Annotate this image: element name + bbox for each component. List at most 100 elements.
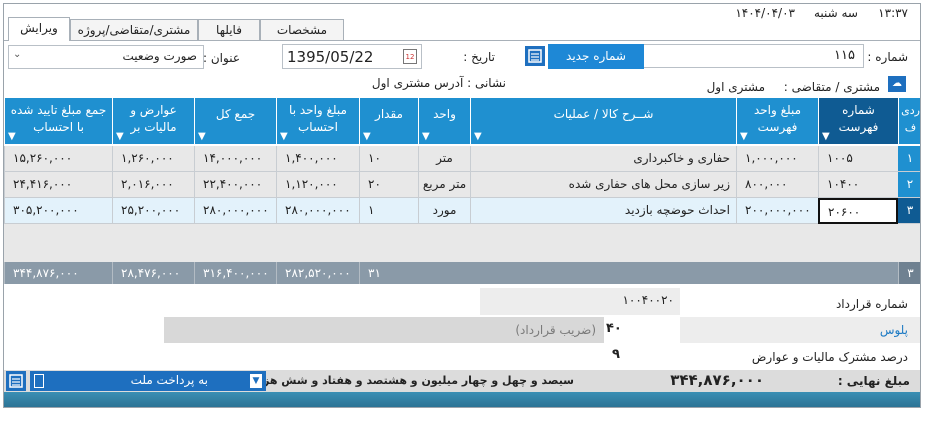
- totals-qty: ۳۱: [359, 262, 418, 284]
- totals-row: ۳ ۳۱ ۲۸۲,۵۲۰,۰۰۰ ۳۱۶,۴۰۰,۰۰۰ ۲۸,۴۷۶,۰۰۰ …: [4, 262, 920, 284]
- col-header-item-no[interactable]: شماره فهرست ▼: [818, 98, 898, 144]
- filter-icon[interactable]: ▼: [422, 131, 430, 142]
- col-header-total[interactable]: جمع کل ▼: [194, 98, 276, 144]
- filter-icon[interactable]: ▼: [8, 131, 16, 142]
- total-cell[interactable]: ۲۲,۴۰۰,۰۰۰: [194, 172, 276, 198]
- description-cell[interactable]: زیر سازی محل های حفاری شده: [470, 172, 736, 198]
- col-header-tax[interactable]: عوارض و مالیات بر ▼: [112, 98, 194, 144]
- unit-cell[interactable]: متر مربع: [418, 172, 470, 198]
- footer-bar: مبلغ نهایی : ۳۴۴,۸۷۶,۰۰۰ سیصد و چهل و چه…: [4, 370, 920, 392]
- totals-total: ۳۱۶,۴۰۰,۰۰۰: [194, 262, 276, 284]
- date-field[interactable]: 1395/05/22 12: [282, 44, 422, 69]
- col-header-description[interactable]: شــرح کالا / عملیات ▼: [470, 98, 736, 144]
- address-label: نشانی : آدرس مشتری اول: [371, 76, 506, 90]
- new-number-button[interactable]: شماره جدید: [548, 44, 644, 69]
- tax-cell[interactable]: ۲,۰۱۶,۰۰۰: [112, 172, 194, 198]
- col-header-qty[interactable]: مقدار ▼: [359, 98, 418, 144]
- row-number: ۱: [898, 146, 920, 172]
- chevron-down-icon: ⌄: [13, 49, 22, 60]
- calculator-icon[interactable]: [525, 46, 545, 66]
- final-amount-label: مبلغ نهایی :: [837, 374, 910, 388]
- calculator-icon[interactable]: [6, 371, 26, 391]
- number-label: شماره :: [867, 50, 908, 64]
- description-cell[interactable]: احداث حوضچه بازدید: [470, 198, 736, 224]
- payment-select[interactable]: به پرداخت ملت ▼: [30, 371, 266, 391]
- tab-files[interactable]: فایلها: [198, 19, 260, 41]
- filter-icon[interactable]: ▼: [474, 131, 482, 142]
- table-row[interactable]: ۱ ۱۰۰۵ ۱,۰۰۰,۰۰۰ حفاری و خاکبرداری متر ۱…: [4, 146, 920, 172]
- date-value: 1395/05/22: [287, 48, 374, 66]
- adj-price-cell[interactable]: ۱,۴۰۰,۰۰۰: [276, 146, 359, 172]
- calendar-icon[interactable]: 12: [403, 49, 417, 64]
- title-value: صورت وضعیت: [122, 49, 197, 63]
- unit-price-cell[interactable]: ۱,۰۰۰,۰۰۰: [736, 146, 818, 172]
- approved-cell[interactable]: ۲۴,۴۱۶,۰۰۰: [4, 172, 112, 198]
- unit-price-cell[interactable]: ۲۰۰,۰۰۰,۰۰۰: [736, 198, 818, 224]
- col-header-approved[interactable]: جمع مبلغ تایید شده با احتساب ▼: [4, 98, 112, 144]
- window-frame: ۱۳:۳۷ سه شنبه ۱۴۰۴/۰۴/۰۳ ویرایش مشتری/مت…: [3, 3, 921, 408]
- title-select[interactable]: صورت وضعیت ⌄: [8, 45, 204, 69]
- tab-specs[interactable]: مشخصات: [260, 19, 344, 41]
- unit-cell[interactable]: متر: [418, 146, 470, 172]
- filter-icon[interactable]: ▼: [198, 131, 206, 142]
- item-no-cell[interactable]: ۱۰۰۵: [818, 146, 898, 172]
- approved-cell[interactable]: ۳۰۵,۲۰۰,۰۰۰: [4, 198, 112, 224]
- tab-edit[interactable]: ویرایش: [8, 17, 70, 41]
- grid-empty-area[interactable]: [4, 224, 920, 262]
- tax-percent-label: درصد مشترک مالیات و عوارض: [751, 350, 908, 364]
- users-icon[interactable]: ☁: [888, 76, 906, 92]
- date-label: تاریخ :: [463, 50, 495, 64]
- unit-price-cell[interactable]: ۸۰۰,۰۰۰: [736, 172, 818, 198]
- number-value: ۱۱۵: [834, 48, 855, 63]
- bank-icon: [34, 374, 44, 388]
- clock-time: ۱۳:۳۷: [878, 6, 908, 20]
- adj-price-cell[interactable]: ۲۸۰,۰۰۰,۰۰۰: [276, 198, 359, 224]
- customer-value: مشتری اول: [706, 80, 765, 94]
- contract-field[interactable]: ۱۰۰۴۰۰۲۰: [480, 288, 680, 315]
- col-header-unit[interactable]: واحد ▼: [418, 98, 470, 144]
- qty-cell[interactable]: ۲۰: [359, 172, 418, 198]
- bottom-strip: [4, 392, 920, 407]
- item-no-cell[interactable]: ۱۰۴۰۰: [818, 172, 898, 198]
- item-no-cell-active[interactable]: ۲۰۶۰۰: [818, 198, 898, 224]
- total-cell[interactable]: ۱۴,۰۰۰,۰۰۰: [194, 146, 276, 172]
- coefficient-field[interactable]: (ضریب قرارداد): [164, 317, 604, 343]
- plus-link[interactable]: پلوس: [880, 323, 908, 337]
- title-label: عنوان :: [203, 51, 240, 65]
- filter-icon[interactable]: ▼: [363, 131, 371, 142]
- filter-icon[interactable]: ▼: [822, 131, 830, 142]
- contract-label: شماره قرارداد: [835, 297, 908, 311]
- totals-adj-price: ۲۸۲,۵۲۰,۰۰۰: [276, 262, 359, 284]
- description-cell[interactable]: حفاری و خاکبرداری: [470, 146, 736, 172]
- approved-cell[interactable]: ۱۵,۲۶۰,۰۰۰: [4, 146, 112, 172]
- plus-field[interactable]: ۴۰: [604, 317, 680, 343]
- col-header-adj-price[interactable]: مبلغ واحد با احتساب ▼: [276, 98, 359, 144]
- filter-icon[interactable]: ▼: [280, 131, 288, 142]
- tab-customer-project[interactable]: مشتری/متقاضی/پروژه: [70, 19, 198, 41]
- total-cell[interactable]: ۲۸۰,۰۰۰,۰۰۰: [194, 198, 276, 224]
- qty-cell[interactable]: ۱: [359, 198, 418, 224]
- table-row-selected[interactable]: ۳ ۲۰۶۰۰ ۲۰۰,۰۰۰,۰۰۰ احداث حوضچه بازدید م…: [4, 198, 920, 224]
- current-date: ۱۴۰۴/۰۴/۰۳: [735, 6, 795, 20]
- customer-label: مشتری / متقاضی :: [783, 80, 880, 94]
- payment-value: به پرداخت ملت: [130, 373, 208, 387]
- filter-icon[interactable]: ▼: [740, 131, 748, 142]
- tax-percent-field[interactable]: ۹: [604, 344, 680, 368]
- tax-cell[interactable]: ۲۵,۲۰۰,۰۰۰: [112, 198, 194, 224]
- adj-price-cell[interactable]: ۱,۱۲۰,۰۰۰: [276, 172, 359, 198]
- totals-tax: ۲۸,۴۷۶,۰۰۰: [112, 262, 194, 284]
- qty-cell[interactable]: ۱۰: [359, 146, 418, 172]
- tax-percent-value: ۹: [612, 347, 620, 362]
- totals-count: ۳: [898, 262, 920, 284]
- number-field[interactable]: ۱۱۵: [620, 44, 864, 68]
- row-number: ۲: [898, 172, 920, 198]
- plus-value: ۴۰: [606, 321, 622, 336]
- table-row[interactable]: ۲ ۱۰۴۰۰ ۸۰۰,۰۰۰ زیر سازی محل های حفاری ش…: [4, 172, 920, 198]
- col-header-unit-price[interactable]: مبلغ واحد فهرست ▼: [736, 98, 818, 144]
- chevron-down-icon[interactable]: ▼: [250, 374, 262, 388]
- col-header-row-no[interactable]: ردی ف: [898, 98, 920, 144]
- tax-cell[interactable]: ۱,۲۶۰,۰۰۰: [112, 146, 194, 172]
- final-amount-value: ۳۴۴,۸۷۶,۰۰۰: [670, 371, 764, 389]
- filter-icon[interactable]: ▼: [116, 131, 124, 142]
- unit-cell[interactable]: مورد: [418, 198, 470, 224]
